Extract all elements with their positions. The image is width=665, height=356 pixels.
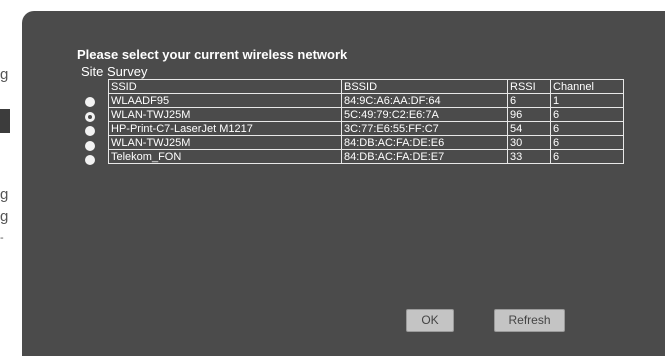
table-row[interactable]: WLAN-TWJ25M 84:DB:AC:FA:DE:E6 30 6 bbox=[108, 135, 624, 150]
network-radio-4[interactable] bbox=[85, 155, 95, 165]
table-row[interactable]: WLAADF95 84:9C:A6:AA:DF:64 6 1 bbox=[108, 93, 624, 108]
cell-bssid: 3C:77:E6:55:FF:C7 bbox=[341, 121, 508, 136]
refresh-button[interactable]: Refresh bbox=[494, 309, 565, 332]
background-text-fragment: g bbox=[0, 208, 9, 225]
network-radio-group bbox=[85, 93, 99, 170]
site-survey-table: SSID BSSID RSSI Channel WLAADF95 84:9C:A… bbox=[108, 79, 624, 164]
dialog-title: Please select your current wireless netw… bbox=[77, 47, 348, 62]
cell-bssid: 84:DB:AC:FA:DE:E7 bbox=[341, 149, 508, 164]
cell-ssid: WLAN-TWJ25M bbox=[108, 135, 342, 150]
column-header-channel: Channel bbox=[550, 79, 624, 94]
column-header-ssid: SSID bbox=[108, 79, 342, 94]
cell-channel: 1 bbox=[550, 93, 624, 108]
background-text-fragment: - bbox=[0, 232, 4, 244]
column-header-bssid: BSSID bbox=[341, 79, 508, 94]
cell-channel: 6 bbox=[550, 107, 624, 122]
cell-rssi: 33 bbox=[507, 149, 551, 164]
network-radio-1[interactable] bbox=[85, 111, 95, 122]
cell-ssid: WLAN-TWJ25M bbox=[108, 107, 342, 122]
cell-rssi: 96 bbox=[507, 107, 551, 122]
cell-ssid: WLAADF95 bbox=[108, 93, 342, 108]
table-row[interactable]: Telekom_FON 84:DB:AC:FA:DE:E7 33 6 bbox=[108, 149, 624, 164]
background-nav-highlight bbox=[0, 109, 10, 133]
table-header-row: SSID BSSID RSSI Channel bbox=[108, 79, 624, 94]
cell-channel: 6 bbox=[550, 121, 624, 136]
cell-channel: 6 bbox=[550, 135, 624, 150]
ok-button[interactable]: OK bbox=[406, 309, 454, 332]
background-text-fragment: g bbox=[0, 186, 9, 203]
wireless-network-dialog: Please select your current wireless netw… bbox=[22, 11, 665, 356]
cell-ssid: Telekom_FON bbox=[108, 149, 342, 164]
network-radio-0[interactable] bbox=[85, 97, 95, 107]
cell-channel: 6 bbox=[550, 149, 624, 164]
network-radio-2[interactable] bbox=[85, 126, 95, 136]
table-row[interactable]: WLAN-TWJ25M 5C:49:79:C2:E6:7A 96 6 bbox=[108, 107, 624, 122]
network-radio-3[interactable] bbox=[85, 140, 95, 151]
cell-rssi: 6 bbox=[507, 93, 551, 108]
cell-bssid: 5C:49:79:C2:E6:7A bbox=[341, 107, 508, 122]
cell-rssi: 54 bbox=[507, 121, 551, 136]
column-header-rssi: RSSI bbox=[507, 79, 551, 94]
table-row[interactable]: HP-Print-C7-LaserJet M1217 3C:77:E6:55:F… bbox=[108, 121, 624, 136]
site-survey-label: Site Survey bbox=[81, 64, 148, 79]
cell-ssid: HP-Print-C7-LaserJet M1217 bbox=[108, 121, 342, 136]
cell-rssi: 30 bbox=[507, 135, 551, 150]
background-text-fragment: g bbox=[0, 66, 9, 83]
cell-bssid: 84:9C:A6:AA:DF:64 bbox=[341, 93, 508, 108]
cell-bssid: 84:DB:AC:FA:DE:E6 bbox=[341, 135, 508, 150]
